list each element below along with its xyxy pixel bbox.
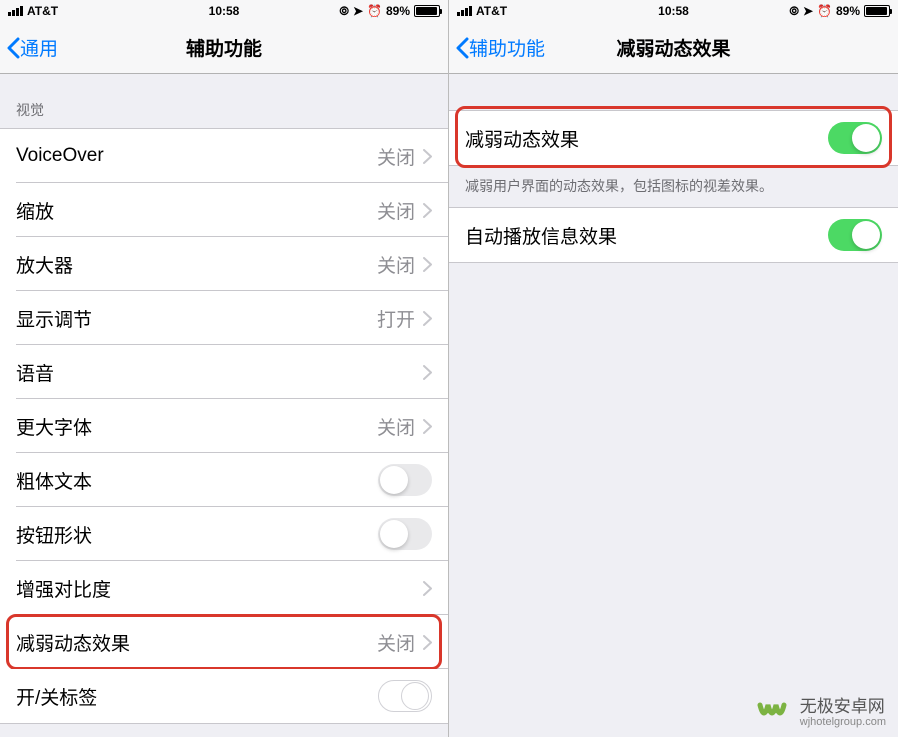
toggle-reduce-motion[interactable] [828, 122, 882, 154]
toggle[interactable] [378, 464, 432, 496]
row-3[interactable]: 显示调节打开 [0, 291, 448, 345]
page-title: 减弱动态效果 [616, 34, 730, 61]
row-10[interactable]: 开/关标签 [0, 669, 448, 723]
row-label: 显示调节 [16, 305, 377, 332]
chevron-right-icon [423, 365, 432, 380]
nav-bar: 通用 辅助功能 [0, 22, 448, 74]
status-bar: AT&T 10:58 ⦾ ➤ ⏰ 89% [0, 0, 448, 22]
row-2[interactable]: 放大器关闭 [0, 237, 448, 291]
content-area[interactable]: 视觉 VoiceOver关闭缩放关闭放大器关闭显示调节打开语音更大字体关闭粗体文… [0, 74, 448, 737]
row-value: 关闭 [377, 143, 415, 170]
signal-icon [8, 6, 23, 16]
row-label: 增强对比度 [16, 575, 423, 602]
row-value: 关闭 [377, 197, 415, 224]
row-autoplay-effects[interactable]: 自动播放信息效果 [449, 208, 898, 262]
page-title: 辅助功能 [186, 34, 262, 61]
row-label: VoiceOver [16, 145, 377, 167]
watermark-logo-icon [756, 697, 792, 729]
nav-bar: 辅助功能 减弱动态效果 [449, 22, 898, 74]
chevron-right-icon [423, 149, 432, 164]
row-6[interactable]: 粗体文本 [0, 453, 448, 507]
lock-icon: ⦾ [339, 4, 349, 19]
location-icon: ➤ [353, 4, 363, 18]
content-area[interactable]: 减弱动态效果 减弱用户界面的动态效果，包括图标的视差效果。 自动播放信息效果 [449, 74, 898, 737]
battery-icon [414, 5, 440, 17]
row-label: 自动播放信息效果 [465, 222, 828, 249]
row-value: 关闭 [377, 413, 415, 440]
row-label: 语音 [16, 359, 423, 386]
row-label: 放大器 [16, 251, 377, 278]
row-label: 缩放 [16, 197, 377, 224]
screen-reduce-motion: AT&T 10:58 ⦾ ➤ ⏰ 89% 辅助功能 减弱动态效果 [449, 0, 898, 737]
watermark: 无极安卓网 wjhotelgroup.com [756, 697, 886, 729]
chevron-right-icon [423, 203, 432, 218]
back-button[interactable]: 辅助功能 [449, 34, 545, 61]
carrier-label: AT&T [476, 4, 507, 18]
row-7[interactable]: 按钮形状 [0, 507, 448, 561]
chevron-right-icon [423, 419, 432, 434]
battery-pct: 89% [836, 4, 860, 18]
watermark-title: 无极安卓网 [800, 698, 886, 717]
toggle[interactable] [378, 518, 432, 550]
row-value: 关闭 [377, 251, 415, 278]
chevron-right-icon [423, 635, 432, 650]
back-button[interactable]: 通用 [0, 34, 58, 61]
battery-icon [864, 5, 890, 17]
back-label: 通用 [20, 34, 58, 61]
toggle-autoplay-effects[interactable] [828, 219, 882, 251]
row-label: 开/关标签 [16, 683, 378, 710]
row-5[interactable]: 更大字体关闭 [0, 399, 448, 453]
settings-list: 自动播放信息效果 [449, 207, 898, 263]
row-0[interactable]: VoiceOver关闭 [0, 129, 448, 183]
chevron-right-icon [423, 311, 432, 326]
row-8[interactable]: 增强对比度 [0, 561, 448, 615]
row-value: 打开 [377, 305, 415, 332]
location-icon: ➤ [803, 4, 813, 18]
settings-list: VoiceOver关闭缩放关闭放大器关闭显示调节打开语音更大字体关闭粗体文本按钮… [0, 128, 448, 724]
watermark-url: wjhotelgroup.com [800, 716, 886, 728]
row-9[interactable]: 减弱动态效果关闭 [0, 615, 448, 669]
row-label: 按钮形状 [16, 521, 378, 548]
row-value: 关闭 [377, 629, 415, 656]
footer-description: 减弱用户界面的动态效果，包括图标的视差效果。 [449, 166, 898, 207]
status-bar: AT&T 10:58 ⦾ ➤ ⏰ 89% [449, 0, 898, 22]
section-header-vision: 视觉 [0, 74, 448, 128]
row-1[interactable]: 缩放关闭 [0, 183, 448, 237]
chevron-left-icon [6, 37, 20, 59]
chevron-right-icon [423, 581, 432, 596]
battery-pct: 89% [386, 4, 410, 18]
row-label: 减弱动态效果 [16, 629, 377, 656]
row-label: 更大字体 [16, 413, 377, 440]
clock: 10:58 [209, 4, 240, 18]
row-label: 减弱动态效果 [465, 125, 828, 152]
signal-icon [457, 6, 472, 16]
row-label: 粗体文本 [16, 467, 378, 494]
alarm-icon: ⏰ [817, 4, 832, 18]
lock-icon: ⦾ [789, 4, 799, 19]
toggle[interactable] [378, 680, 432, 712]
chevron-left-icon [455, 37, 469, 59]
settings-list: 减弱动态效果 [449, 110, 898, 166]
chevron-right-icon [423, 257, 432, 272]
clock: 10:58 [658, 4, 689, 18]
carrier-label: AT&T [27, 4, 58, 18]
row-reduce-motion[interactable]: 减弱动态效果 [449, 111, 898, 165]
back-label: 辅助功能 [469, 34, 545, 61]
alarm-icon: ⏰ [367, 4, 382, 18]
row-4[interactable]: 语音 [0, 345, 448, 399]
screen-accessibility: AT&T 10:58 ⦾ ➤ ⏰ 89% 通用 辅助功能 视觉 VoiceOve… [0, 0, 449, 737]
